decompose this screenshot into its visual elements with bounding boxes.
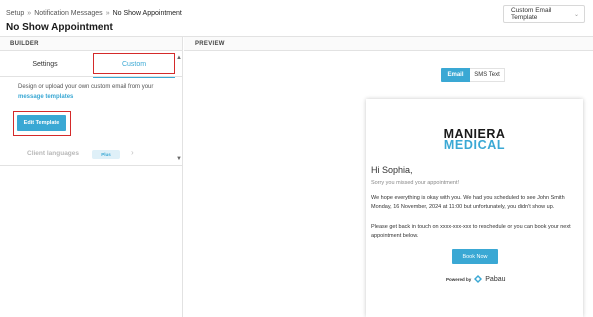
email-preview: MANIERA MEDICAL Hi Sophia, Sorry you mis… [366, 99, 583, 317]
email-toggle-button[interactable]: Email [441, 68, 470, 82]
template-select[interactable]: Custom Email Template ⌄ [503, 5, 585, 23]
powered-by-footer: Powered by Pabau [446, 273, 506, 285]
tab-settings-label: Settings [32, 60, 58, 68]
template-select-value: Custom Email Template [511, 7, 552, 21]
triangle-up-icon[interactable]: ▲ [176, 55, 182, 61]
email-greeting: Hi Sophia, [371, 165, 413, 175]
active-tab-indicator [93, 76, 175, 78]
triangle-down-icon[interactable]: ▼ [176, 156, 182, 162]
pabau-brand-text: Pabau [485, 275, 506, 283]
highlight-box [93, 53, 175, 74]
email-paragraph-1: We hope everything is okay with you. We … [371, 195, 565, 210]
page-header: Setup» Notification Messages» No Show Appo… [0, 0, 593, 36]
builder-divider [0, 165, 183, 166]
email-subtitle: Sorry you missed your appointment! [371, 180, 460, 186]
preview-type-toggle: Email SMS Text [441, 68, 505, 82]
chevron-down-icon: ⌄ [573, 11, 579, 18]
client-languages-label[interactable]: Client languages [27, 150, 79, 157]
breadcrumb: Setup» Notification Messages» No Show Appo… [6, 10, 182, 17]
page-title: No Show Appointment [6, 22, 113, 33]
edit-template-button[interactable]: Edit Template [17, 115, 66, 131]
tab-custom[interactable]: Custom [93, 51, 175, 78]
builder-tabs: Settings Custom [0, 51, 182, 78]
preview-panel: PREVIEW Email SMS Text MANIERA MEDICAL H… [184, 37, 593, 317]
pabau-logo-icon [474, 275, 483, 283]
sms-toggle-button[interactable]: SMS Text [470, 68, 505, 82]
custom-description-text: Design or upload your own custom email f… [18, 84, 154, 90]
breadcrumb-setup[interactable]: Setup [6, 10, 24, 17]
breadcrumb-separator: » [27, 10, 32, 17]
builder-panel: BUILDER Settings Custom ▲ ▼ Design or up… [0, 37, 183, 317]
book-now-button[interactable]: Book Now [452, 249, 498, 264]
plus-badge: Plus [92, 150, 120, 159]
clinic-logo: MANIERA MEDICAL [366, 128, 583, 152]
custom-description: Design or upload your own custom email f… [18, 82, 168, 102]
breadcrumb-separator: » [105, 10, 110, 17]
chevron-right-icon[interactable]: › [131, 148, 134, 157]
powered-by-label: Powered by [446, 276, 472, 282]
logo-line-2: MEDICAL [443, 138, 506, 152]
breadcrumb-current: No Show Appointment [112, 10, 182, 17]
builder-heading: BUILDER [0, 37, 182, 51]
email-paragraph-2: Please get back in touch on xxxx-xxx-xxx… [371, 224, 571, 239]
preview-heading: PREVIEW [184, 37, 593, 51]
scrollbar[interactable]: ▲ ▼ [175, 52, 183, 164]
tab-settings[interactable]: Settings [0, 51, 90, 77]
breadcrumb-notification-messages[interactable]: Notification Messages [34, 10, 102, 17]
message-templates-link[interactable]: message templates [18, 94, 73, 100]
highlight-box: Edit Template [13, 111, 71, 136]
